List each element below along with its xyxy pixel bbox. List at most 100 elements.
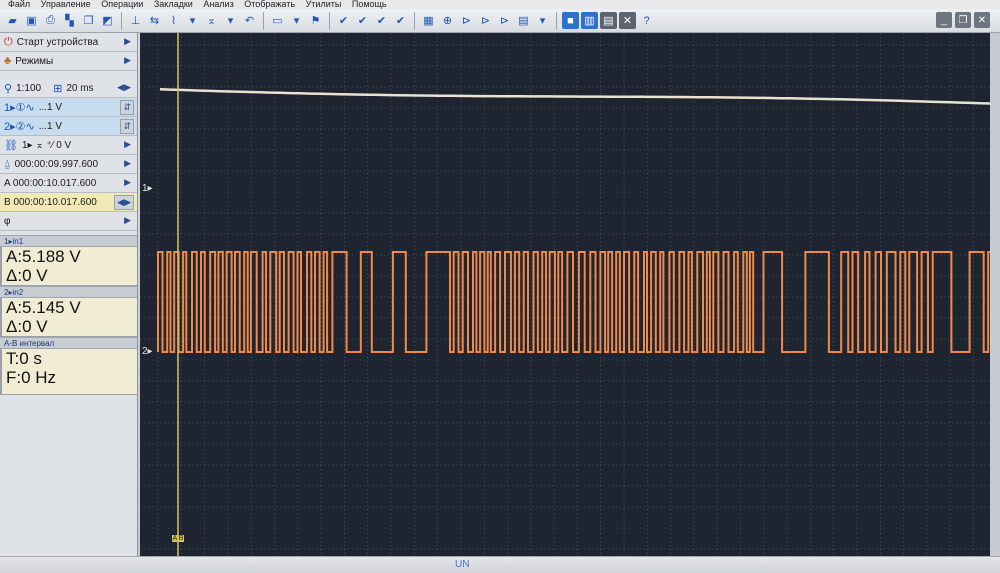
start-device-item[interactable]: ⏻ Старт устройства ▶	[0, 33, 137, 52]
trigger-mode-icon[interactable]: ⌅	[203, 12, 220, 29]
chevron-down-icon[interactable]: ▾	[534, 12, 551, 29]
cursor-ab-icon[interactable]: ⊳	[496, 12, 513, 29]
minimize-icon[interactable]: _	[936, 12, 952, 28]
toolbar-separator	[263, 11, 264, 30]
chevron-down-icon[interactable]: ▾	[288, 12, 305, 29]
channel2-marker[interactable]: 2▸	[142, 346, 153, 357]
phase-label: φ	[4, 215, 11, 227]
ch1-delta-value: Δ:0 V	[6, 266, 48, 285]
interval-frequency: F:0 Hz	[6, 368, 57, 387]
channel1-adjust-icon[interactable]: ⇵	[120, 100, 134, 115]
probe-timebase-row[interactable]: ⚲ 1:100 ⊞ 20 ms ◀▶	[0, 79, 137, 98]
start-device-label: Старт устройства	[16, 36, 99, 48]
trigger-value: 1▸ ⌅ ⁺∕ 0 V	[21, 139, 72, 151]
toolbar-separator	[556, 11, 557, 30]
chevron-right-icon: ▶	[124, 215, 131, 225]
menu-view[interactable]: Отображать	[244, 0, 295, 9]
grid	[140, 33, 990, 556]
toolbar-separator	[329, 11, 330, 30]
channel1-marker[interactable]: 1▸	[142, 183, 153, 194]
copy-icon[interactable]: ❐	[80, 12, 97, 29]
cursor-a-value: A 000:00:10.017.600	[4, 177, 97, 189]
layout-split-icon[interactable]: ▥	[581, 12, 598, 29]
chevron-right-icon: ▶	[124, 55, 131, 65]
paste-icon[interactable]: ◩	[99, 12, 116, 29]
chevron-right-icon: ▶	[124, 158, 131, 168]
windows-icon[interactable]: ▚	[61, 12, 78, 29]
layout-single-icon[interactable]: ■	[562, 12, 579, 29]
chevron-right-icon: ▶	[124, 36, 131, 46]
channel1-trace	[159, 88, 990, 105]
grid-icon[interactable]: ▦	[420, 12, 437, 29]
phase-row[interactable]: φ ▶	[0, 212, 137, 231]
toolbar: ▰ ▣ ⎙ ▚ ❐ ◩ ⊥ ⇆ ⌇ ▾ ⌅ ▾ ↶ ▭ ▾ ⚑ ✔ ✔ ✔ ✔ …	[0, 9, 1000, 33]
monitor-icon[interactable]: ▭	[269, 12, 286, 29]
check-down-icon[interactable]: ✔	[373, 12, 390, 29]
trigger-edge-icon[interactable]: ⌇	[165, 12, 182, 29]
trigger-icon: ⛓	[4, 139, 18, 152]
layout-close-icon[interactable]: ✕	[619, 12, 636, 29]
power-icon: ⏻	[4, 35, 13, 48]
undo-icon[interactable]: ↶	[241, 12, 258, 29]
layout-overlay-icon[interactable]: ▤	[600, 12, 617, 29]
status-bar: UN	[0, 556, 1000, 573]
channel2-trace	[157, 251, 990, 353]
scope-display[interactable]: 1▸ 2▸ A B	[140, 33, 990, 556]
open-folder-icon[interactable]: ▰	[4, 12, 21, 29]
menu-control[interactable]: Управление	[41, 0, 91, 9]
probe-value: 1:100	[16, 82, 42, 94]
modes-icon: ♣	[4, 55, 12, 67]
help-icon[interactable]: ?	[638, 12, 655, 29]
status-mark: UN	[455, 559, 470, 570]
waveform-canvas[interactable]	[140, 33, 990, 556]
chevron-right-icon: ▶	[124, 139, 131, 149]
scope-right-edge	[990, 33, 1000, 556]
menu-operations[interactable]: Операции	[101, 0, 143, 9]
ch1-readout: A:5.188 V Δ:0 V	[0, 247, 137, 286]
channel2-volts: ...1 V	[38, 120, 63, 132]
check-list-icon[interactable]: ✔	[392, 12, 409, 29]
check-double-icon[interactable]: ✔	[354, 12, 371, 29]
cursor-b-value: B 000:00:10.017.600	[4, 196, 97, 208]
arrows-icon[interactable]: ⇆	[146, 12, 163, 29]
cursor-b-icon[interactable]: ⊳	[477, 12, 494, 29]
zoom-in-icon[interactable]: ⊕	[439, 12, 456, 29]
timebase-icon: ⊞	[53, 82, 63, 95]
menu-bar: Файл Управление Операции Закладки Анализ…	[0, 0, 1000, 9]
chevron-down-icon[interactable]: ▾	[184, 12, 201, 29]
table-icon[interactable]: ▤	[515, 12, 532, 29]
flag-icon[interactable]: ⚑	[307, 12, 324, 29]
trigger-row[interactable]: ⛓ 1▸ ⌅ ⁺∕ 0 V ▶	[0, 136, 137, 155]
print-icon[interactable]: ⎙	[42, 12, 59, 29]
cursor-ab-label[interactable]: A B	[172, 535, 184, 542]
menu-bookmarks[interactable]: Закладки	[154, 0, 193, 9]
interval-readout: T:0 s F:0 Hz	[0, 349, 137, 395]
menu-utilities[interactable]: Утилиты	[306, 0, 342, 9]
menu-analysis[interactable]: Анализ	[203, 0, 233, 9]
ch2-delta-value: Δ:0 V	[6, 317, 48, 336]
interval-title: A-B интервал	[0, 337, 137, 349]
toolbar-separator	[414, 11, 415, 30]
save-icon[interactable]: ▣	[23, 12, 40, 29]
channel1-setting-row[interactable]: 1▸①∿ ...1 V ⇵	[0, 98, 137, 117]
channel2-adjust-icon[interactable]: ⇵	[120, 119, 134, 134]
cursor-b-row[interactable]: B 000:00:10.017.600 ◀▶	[0, 193, 137, 212]
modes-item[interactable]: ♣ Режимы ▶	[0, 52, 137, 71]
channel1-icon: 1▸①∿	[4, 101, 35, 114]
left-right-arrows-icon[interactable]: ◀▶	[114, 195, 134, 210]
channel2-setting-row[interactable]: 2▸②∿ ...1 V ⇵	[0, 117, 137, 136]
menu-file[interactable]: Файл	[8, 0, 30, 9]
check-icon[interactable]: ✔	[335, 12, 352, 29]
restore-icon[interactable]: ❐	[955, 12, 971, 28]
cursor-a-row[interactable]: A 000:00:10.017.600 ▶	[0, 174, 137, 193]
cursor-a-icon[interactable]: ⊳	[458, 12, 475, 29]
menu-help[interactable]: Помощь	[352, 0, 387, 9]
ground-icon[interactable]: ⊥	[127, 12, 144, 29]
delay-row[interactable]: ⍙ 000:00:09.997.600 ▶	[0, 155, 137, 174]
left-right-arrows-icon[interactable]: ◀▶	[117, 82, 131, 93]
ch1-readout-title: 1▸in1	[0, 235, 137, 247]
close-icon[interactable]: ✕	[974, 12, 990, 28]
chevron-down-icon[interactable]: ▾	[222, 12, 239, 29]
interval-time: T:0 s	[6, 349, 42, 368]
modes-label: Режимы	[15, 55, 54, 67]
